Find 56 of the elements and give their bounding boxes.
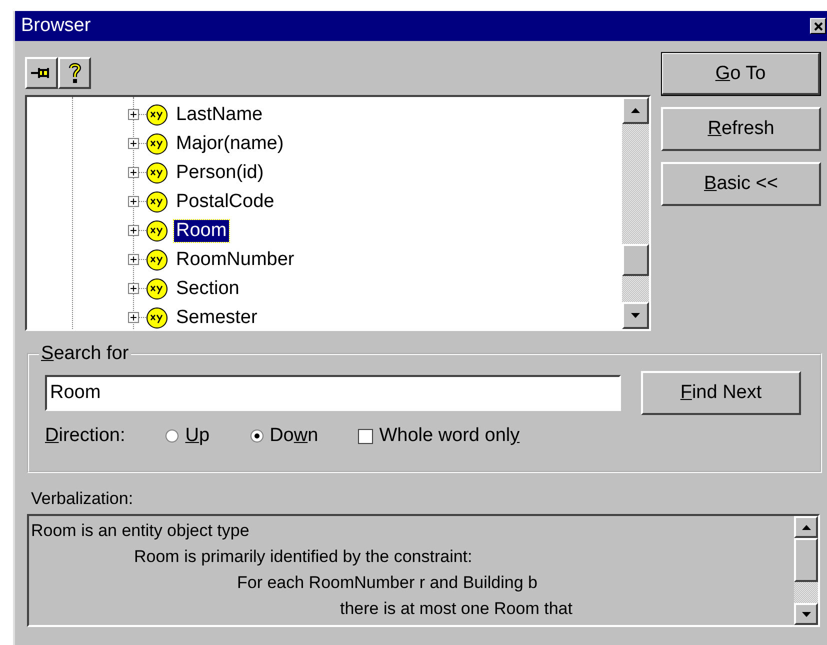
expand-icon[interactable] <box>128 196 139 207</box>
scrollbar[interactable] <box>794 516 818 625</box>
scrollbar-thumb[interactable] <box>794 538 818 582</box>
up-arrow-icon <box>802 524 810 530</box>
verbalization-line: there is at most one Room that <box>340 599 572 618</box>
tree-item[interactable]: Semester <box>174 306 260 328</box>
expand-icon[interactable] <box>128 225 139 236</box>
xy-icon <box>146 220 168 242</box>
verbalization-line: Room is primarily identified by the constraint: <box>134 547 472 566</box>
dialog-button[interactable]: Go To <box>661 52 821 96</box>
radio-label[interactable]: Up <box>185 425 210 447</box>
scrollbar-thumb[interactable] <box>622 244 649 276</box>
xy-icon <box>146 104 168 126</box>
radio-button[interactable] <box>250 429 264 443</box>
tree-item[interactable]: Section <box>174 278 242 300</box>
window-title: Browser <box>21 15 91 37</box>
xy-icon <box>146 162 168 184</box>
help-button[interactable] <box>58 57 91 89</box>
xy-icon <box>146 132 168 154</box>
verbalization-label: Verbalization: <box>31 489 134 509</box>
tree-item[interactable]: Major(name) <box>174 132 286 154</box>
tree-item[interactable]: Room <box>174 220 229 242</box>
up-arrow-icon <box>631 108 640 113</box>
xy-icon <box>146 278 168 300</box>
checkbox[interactable] <box>358 428 374 444</box>
xy-icon <box>146 306 168 328</box>
expand-icon[interactable] <box>128 312 139 323</box>
close-icon <box>814 22 822 30</box>
tree-item[interactable]: RoomNumber <box>174 248 296 270</box>
xy-icon <box>146 248 168 270</box>
find-next-button[interactable]: Find Next <box>641 371 801 415</box>
expand-icon[interactable] <box>128 254 139 265</box>
dialog-button[interactable]: Basic << <box>661 162 821 206</box>
group-label: Search for <box>40 343 130 365</box>
close-button[interactable] <box>810 18 826 34</box>
tree-item[interactable]: Person(id) <box>174 162 266 184</box>
checkbox-label[interactable]: Whole word only <box>379 425 520 447</box>
search-field[interactable]: Room <box>45 375 621 411</box>
xy-icon <box>146 190 168 212</box>
tree-item[interactable]: LastName <box>174 104 265 126</box>
dialog-button[interactable]: Refresh <box>661 107 821 151</box>
pin-button[interactable] <box>25 57 58 89</box>
verbalization-line: For each RoomNumber r and Building b <box>237 573 538 592</box>
expand-icon[interactable] <box>128 109 139 120</box>
question-mark-icon <box>68 62 82 84</box>
expand-icon[interactable] <box>128 283 139 294</box>
expand-icon[interactable] <box>128 138 139 149</box>
radio-button[interactable] <box>165 429 180 443</box>
verbalization-line: Room is an entity object type <box>31 521 250 540</box>
scrollbar[interactable] <box>622 97 649 329</box>
radio-label[interactable]: Down <box>270 425 318 447</box>
down-arrow-icon <box>802 612 810 616</box>
down-arrow-icon <box>631 313 640 318</box>
expand-icon[interactable] <box>128 167 139 178</box>
direction-label: Direction: <box>45 425 126 447</box>
tree-item[interactable]: PostalCode <box>174 190 276 212</box>
